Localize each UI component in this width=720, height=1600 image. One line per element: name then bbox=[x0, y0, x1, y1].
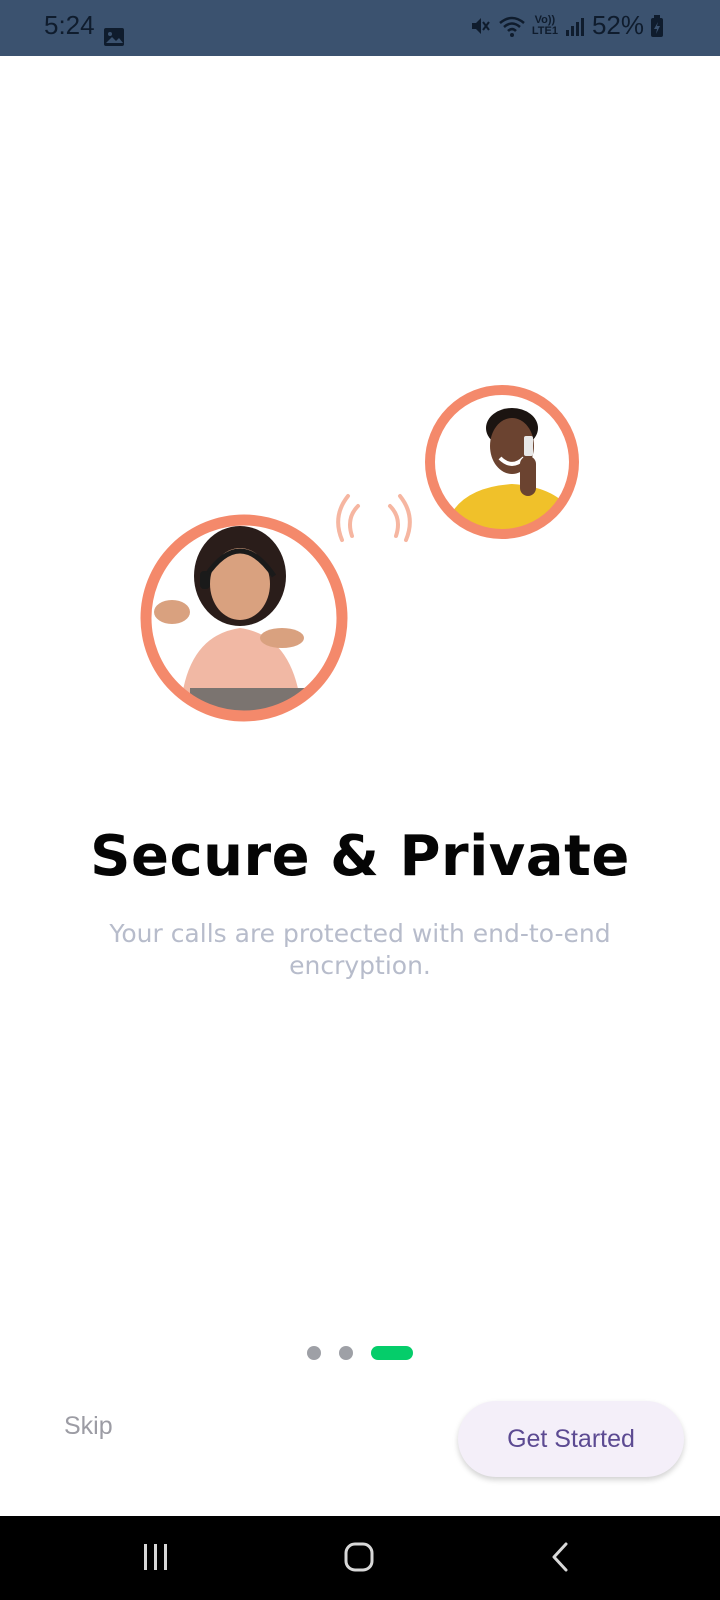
network-label: LTE1 bbox=[531, 24, 558, 37]
page-dot-1 bbox=[307, 1346, 321, 1360]
right-caller-avatar bbox=[425, 385, 579, 539]
skip-button[interactable]: Skip bbox=[60, 1400, 117, 1452]
page-subtitle: Your calls are protected with end-to-end… bbox=[109, 919, 611, 980]
page-indicator bbox=[0, 1346, 720, 1360]
status-time: 5:24 bbox=[44, 10, 95, 40]
page-dot-2 bbox=[339, 1346, 353, 1360]
status-icons: Vo)) LTE1 52% bbox=[468, 10, 664, 41]
system-nav-bar bbox=[0, 1516, 720, 1600]
wifi-icon bbox=[499, 16, 525, 37]
left-caller-avatar bbox=[140, 514, 348, 722]
back-icon[interactable] bbox=[548, 1538, 572, 1578]
signal-icon bbox=[565, 17, 584, 36]
page-dot-3-active bbox=[371, 1346, 413, 1360]
home-icon[interactable] bbox=[340, 1538, 380, 1578]
mute-icon bbox=[471, 17, 490, 34]
battery-icon bbox=[651, 14, 663, 37]
get-started-label: Get Started bbox=[507, 1424, 635, 1453]
recent-apps-icon[interactable] bbox=[140, 1538, 172, 1578]
onboarding-page: Secure & Private Your calls are protecte… bbox=[0, 56, 720, 1516]
status-bar: 5:24 Vo)) LTE1 52% bbox=[0, 0, 720, 56]
onboarding-illustration bbox=[140, 385, 579, 722]
volte-icon: Vo)) LTE1 bbox=[531, 13, 558, 37]
page-title: Secure & Private bbox=[90, 824, 630, 889]
image-icon bbox=[104, 28, 124, 46]
get-started-button[interactable]: Get Started bbox=[458, 1401, 684, 1477]
signal-waves-icon bbox=[336, 494, 412, 542]
battery-percent: 52% bbox=[591, 10, 644, 40]
